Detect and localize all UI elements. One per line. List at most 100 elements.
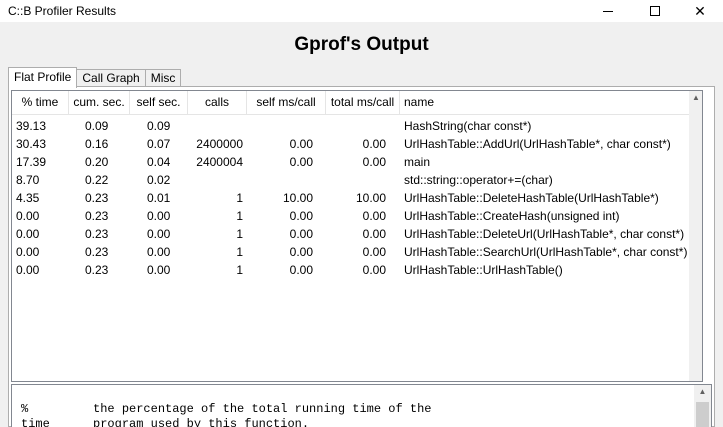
description-scrollbar[interactable]: ▲: [694, 385, 711, 427]
table-cell: 0.00: [147, 263, 171, 277]
table-cell: [326, 117, 400, 135]
flat-profile-table: % time cum. sec. self sec. calls self ms…: [11, 90, 703, 382]
table-cell: 10.00: [282, 191, 313, 205]
table-cell: 1: [236, 227, 243, 241]
table-cell: 0.00: [289, 155, 313, 169]
tab-panel: % time cum. sec. self sec. calls self ms…: [8, 86, 715, 427]
minimize-icon: [603, 10, 613, 12]
table-cell: 0.23: [85, 263, 109, 277]
tab-bar: Flat Profile Call Graph Misc: [8, 67, 182, 88]
table-cell: 0.00: [16, 227, 40, 241]
window-title: C::B Profiler Results: [8, 4, 117, 18]
table-row[interactable]: 0.00 0.23 0.00 1 0.00 0.00 UrlHashTable::Delet…: [12, 225, 702, 243]
table-cell: 1: [236, 209, 243, 223]
table-cell: 0.00: [362, 245, 386, 259]
table-cell: 0.01: [147, 191, 171, 205]
column-header-self-ms-call[interactable]: self ms/call: [247, 91, 326, 115]
column-header-cum-sec[interactable]: cum. sec.: [69, 91, 130, 115]
table-cell: 0.00: [362, 209, 386, 223]
table-cell: 0.20: [85, 155, 109, 169]
description-line: % the percentage of the total running ti…: [21, 402, 432, 416]
column-header-self-sec[interactable]: self sec.: [130, 91, 188, 115]
column-header-percent-time[interactable]: % time: [12, 91, 69, 115]
tab-flat-profile[interactable]: Flat Profile: [8, 67, 78, 88]
minimize-button[interactable]: [585, 0, 631, 22]
table-header: % time cum. sec. self sec. calls self ms…: [12, 91, 702, 115]
table-cell: UrlHashTable::DeleteHashTable(UrlHashTab…: [404, 191, 659, 205]
column-header-name[interactable]: name: [400, 91, 700, 115]
table-cell: UrlHashTable::AddUrl(UrlHashTable*, char…: [404, 137, 671, 151]
table-cell: 0.23: [85, 245, 109, 259]
table-cell: 0.22: [85, 173, 109, 187]
table-cell: 0.23: [85, 209, 109, 223]
table-cell: 0.00: [147, 245, 171, 259]
table-cell: 0.00: [289, 137, 313, 151]
table-cell: [188, 171, 247, 189]
table-cell: 0.00: [362, 137, 386, 151]
table-row[interactable]: 0.00 0.23 0.00 1 0.00 0.00 UrlHashTable::Creat…: [12, 207, 702, 225]
table-scrollbar[interactable]: ▲: [689, 91, 702, 381]
table-cell: 0.02: [147, 173, 171, 187]
table-cell: 0.09: [85, 119, 109, 133]
table-cell: 0.00: [362, 263, 386, 277]
table-row[interactable]: 39.13 0.09 0.09 HashString(char const*): [12, 117, 702, 135]
column-header-calls[interactable]: calls: [188, 91, 247, 115]
table-cell: [247, 117, 326, 135]
table-cell: main: [404, 155, 431, 169]
table-cell: 0.04: [147, 155, 171, 169]
table-cell: UrlHashTable::SearchUrl(UrlHashTable*, c…: [404, 245, 688, 259]
maximize-button[interactable]: [632, 0, 678, 22]
table-cell: 10.00: [355, 191, 386, 205]
table-row[interactable]: 17.39 0.20 0.04 2400004 0.00 0.00 main: [12, 153, 702, 171]
table-cell: 0.00: [289, 263, 313, 277]
table-cell: 2400000: [196, 137, 243, 151]
table-cell: 0.00: [16, 263, 40, 277]
table-cell: std::string::operator+=(char): [404, 173, 553, 187]
table-cell: 0.00: [147, 209, 171, 223]
table-cell: 0.00: [16, 245, 40, 259]
table-cell: UrlHashTable::DeleteUrl(UrlHashTable*, c…: [404, 227, 685, 241]
scroll-up-icon[interactable]: ▲: [689, 91, 702, 105]
table-cell: 0.00: [147, 227, 171, 241]
close-button[interactable]: ✕: [677, 0, 723, 22]
table-cell: 0.00: [289, 245, 313, 259]
table-row[interactable]: 4.35 0.23 0.01 1 10.00 10.00 UrlHashTable::Del…: [12, 189, 702, 207]
table-cell: [188, 117, 247, 135]
column-header-total-ms-call[interactable]: total ms/call: [326, 91, 400, 115]
description-line: time program used by this function.: [21, 417, 310, 427]
table-cell: 0.23: [85, 227, 109, 241]
table-cell: 0.16: [85, 137, 109, 151]
description-textbox[interactable]: % the percentage of the total running ti…: [11, 384, 712, 427]
table-cell: 0.23: [85, 191, 109, 205]
table-cell: 1: [236, 245, 243, 259]
table-cell: 0.00: [16, 209, 40, 223]
table-cell: UrlHashTable::UrlHashTable(): [404, 263, 563, 277]
table-cell: 0.00: [362, 155, 386, 169]
table-row[interactable]: 8.70 0.22 0.02 std::string::operator+=(char…: [12, 171, 702, 189]
page-title: Gprof's Output: [294, 34, 429, 55]
table-cell: 2400004: [196, 155, 243, 169]
table-cell: 0.00: [289, 227, 313, 241]
scroll-up-icon[interactable]: ▲: [694, 385, 711, 399]
table-cell: 0.07: [147, 137, 171, 151]
table-cell: 1: [236, 191, 243, 205]
table-row[interactable]: 30.43 0.16 0.07 2400000 0.00 0.00 UrlHashTable…: [12, 135, 702, 153]
table-cell: [326, 171, 400, 189]
table-cell: 0.00: [289, 209, 313, 223]
table-cell: 1: [236, 263, 243, 277]
maximize-icon: [650, 6, 660, 16]
table-cell: 8.70: [16, 173, 40, 187]
table-cell: 0.09: [147, 119, 171, 133]
table-cell: 30.43: [16, 137, 47, 151]
table-body: 39.13 0.09 0.09 HashString(char const*) 30.4…: [12, 117, 702, 279]
table-row[interactable]: 0.00 0.23 0.00 1 0.00 0.00 UrlHashTable::UrlHa…: [12, 261, 702, 279]
scroll-thumb[interactable]: [696, 402, 709, 427]
table-cell: 17.39: [16, 155, 47, 169]
table-cell: [247, 171, 326, 189]
table-cell: 0.00: [362, 227, 386, 241]
table-cell: HashString(char const*): [404, 119, 532, 133]
table-cell: UrlHashTable::CreateHash(unsigned int): [404, 209, 620, 223]
close-icon: ✕: [694, 2, 706, 19]
table-cell: 39.13: [16, 119, 47, 133]
table-row[interactable]: 0.00 0.23 0.00 1 0.00 0.00 UrlHashTable::Searc…: [12, 243, 702, 261]
